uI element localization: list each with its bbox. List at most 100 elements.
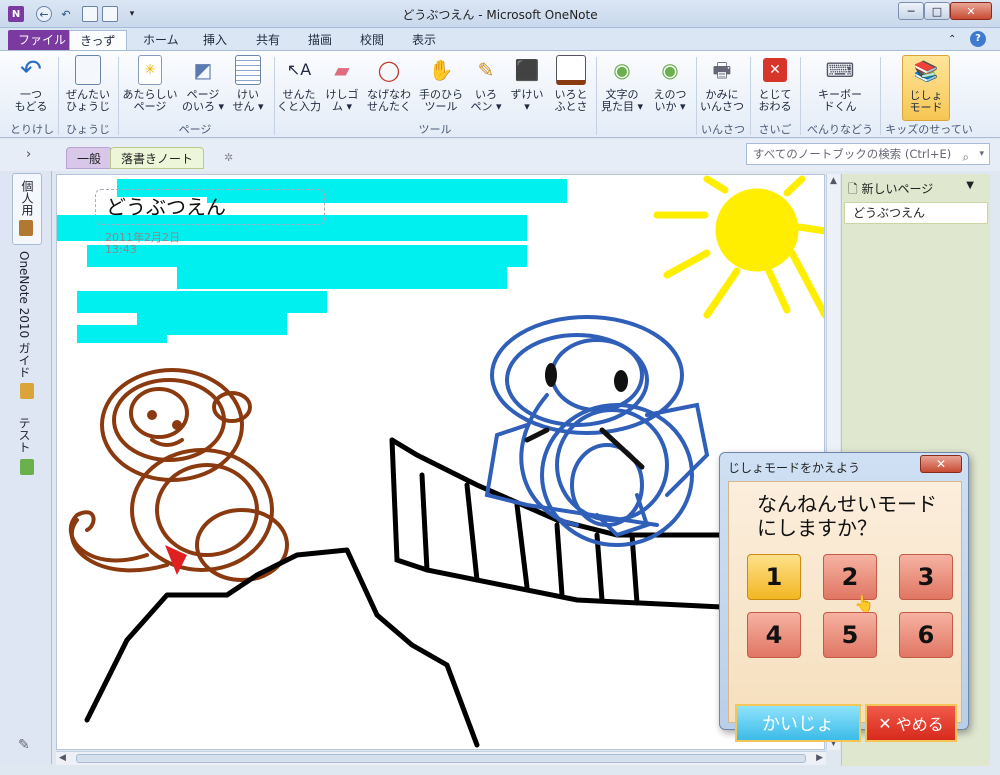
tab-draw[interactable]: 描画 [298, 30, 342, 50]
section-tab-strip: › 一般 落書きノート ✲ すべてのノートブックの検索 (Ctrl+E) ⌕ ▾ [0, 139, 1000, 171]
page-panel-dropdown-icon[interactable]: ▼ [966, 180, 974, 191]
close-button[interactable]: ✕ [950, 2, 992, 20]
hand-cursor-icon: 👆 [854, 594, 874, 613]
help-icon[interactable]: ? [970, 31, 986, 47]
dialog-title: じしょモードをかえよう [728, 461, 861, 475]
grade-5-button[interactable]: 5 [823, 612, 877, 658]
section-tab-rakugaki[interactable]: 落書きノート [110, 147, 205, 169]
grade-3-button[interactable]: 3 [899, 554, 953, 600]
page-list-item[interactable]: どうぶつえん [844, 202, 988, 224]
title-bar: N ← ↶ ▾ どうぶつえん - Microsoft OneNote ─ □ ✕ [0, 0, 1000, 28]
dialog-close-button[interactable]: ✕ [920, 455, 962, 473]
scroll-right-icon[interactable]: ▶ [816, 753, 823, 763]
lasso-icon: ◯ [377, 58, 401, 82]
print-icon: 🖶 [712, 58, 732, 82]
undo-icon: ↶ [20, 55, 42, 85]
release-button[interactable]: かいじょ [735, 704, 861, 742]
group-label-finish: さいご [758, 123, 792, 136]
eraser-button[interactable]: ▰ けしゴ ム ▾ [322, 55, 362, 113]
notebook-navigation: 個人用 OneNote 2010 ガイド テスト ✎ [0, 171, 52, 764]
tab-review[interactable]: 校閲 [350, 30, 394, 50]
color-thickness-icon [556, 55, 586, 85]
full-view-button[interactable]: ぜんたい ひょうじ [60, 55, 116, 113]
tab-share[interactable]: 共有 [246, 30, 290, 50]
dialog-question: なんねんせいモード にしますか？ [757, 492, 937, 540]
search-icon[interactable]: ⌕ [963, 147, 969, 167]
section-tab-ippan[interactable]: 一般 [66, 147, 113, 169]
search-input[interactable]: すべてのノートブックの検索 (Ctrl+E) ⌕ ▾ [746, 143, 990, 165]
scroll-left-icon[interactable]: ◀ [59, 753, 66, 763]
add-picture-button[interactable]: ◉ えのつ いか ▾ [648, 55, 692, 113]
horizontal-scroll-thumb[interactable] [76, 754, 806, 763]
search-scope-chevron-icon[interactable]: ▾ [979, 144, 984, 164]
notebook-icon [19, 220, 33, 236]
cancel-x-icon: ✕ [878, 713, 892, 733]
hand-tool-button[interactable]: ✋ 手のひら ツール [416, 55, 466, 113]
notebook-tab-test[interactable]: テスト [16, 417, 33, 453]
close-app-button[interactable]: ✕ とじて おわる [752, 55, 798, 113]
window-title: どうぶつえん - Microsoft OneNote [402, 8, 598, 22]
page-time: 13:43 [105, 243, 137, 256]
shapes-icon: ⬛ [514, 58, 540, 82]
page-color-icon: ◩ [193, 58, 213, 82]
select-text-button[interactable]: ↖A せんた くと入力 [276, 55, 322, 113]
cancel-button[interactable]: ✕ やめる [865, 704, 957, 742]
grade-1-button[interactable]: 1 [747, 554, 801, 600]
group-label-print: いんさつ [701, 123, 745, 136]
group-label-view: ひょうじ [66, 123, 110, 136]
text-style-button[interactable]: ◉ 文字の 見た目 ▾ [598, 55, 646, 113]
dictionary-mode-button[interactable]: 📚 じしょ モード [902, 55, 950, 121]
tab-view[interactable]: 表示 [402, 30, 446, 50]
tab-insert[interactable]: 挿入 [193, 30, 237, 50]
group-label-kids-settings: キッズのせってい [885, 123, 973, 136]
dictionary-icon: 📚 [913, 59, 939, 83]
dictionary-mode-dialog: じしょモードをかえよう ✕ なんねんせいモード にしますか？ 1 2 3 4 5… [719, 452, 969, 742]
scroll-up-icon[interactable]: ▲ [830, 176, 837, 186]
rule-lines-icon [235, 55, 261, 85]
minimize-button[interactable]: ─ [898, 2, 924, 20]
page-title[interactable]: どうぶつえん [95, 189, 325, 225]
search-placeholder: すべてのノートブックの検索 (Ctrl+E) [753, 147, 952, 161]
unfiled-notes-icon[interactable]: ✎ [18, 737, 30, 753]
lasso-button[interactable]: ◯ なげなわ せんたく [362, 55, 416, 113]
ink-drawing [57, 175, 824, 748]
eraser-icon: ▰ [334, 58, 350, 82]
color-pen-button[interactable]: ✎ いろ ペン ▾ [466, 55, 506, 113]
hand-tool-icon: ✋ [428, 58, 454, 82]
shapes-button[interactable]: ⬛ ずけい ▾ [506, 55, 548, 113]
keyboard-button[interactable]: ⌨ キーボー ドくん [808, 55, 872, 113]
page-color-button[interactable]: ◩ ページ のいろ ▾ [180, 55, 226, 113]
black-mountain [84, 547, 480, 748]
select-text-icon: ↖A [286, 60, 312, 79]
horizontal-scrollbar[interactable]: ◀ ▶ [56, 751, 826, 765]
rule-lines-button[interactable]: けい せん ▾ [226, 55, 270, 113]
grade-6-button[interactable]: 6 [899, 612, 953, 658]
maximize-button[interactable]: □ [924, 2, 950, 20]
color-pen-icon: ✎ [477, 58, 495, 82]
text-style-icon: ◉ [613, 58, 631, 82]
new-page-button[interactable]: ✳ あたらしい ページ [120, 55, 180, 113]
minimize-ribbon-icon[interactable]: ⌃ [948, 30, 956, 50]
page-canvas[interactable]: どうぶつえん 2011年2月2日 13:43 [56, 174, 825, 750]
color-thickness-button[interactable]: いろと ふとさ [548, 55, 594, 113]
notebook-icon-guide [20, 383, 34, 399]
new-section-tab[interactable]: ✲ [214, 147, 243, 169]
notebook-tab-personal[interactable]: 個人用 [12, 173, 42, 245]
new-page-button[interactable]: 🗋 新しいページ [848, 180, 933, 201]
tab-home[interactable]: ホーム [133, 30, 189, 50]
undo-button[interactable]: ↶ 一つ もどる [8, 55, 54, 113]
group-label-undo: とりけし [10, 123, 54, 136]
group-label-tools: ツール [418, 123, 452, 136]
tab-file[interactable]: ファイル [8, 30, 77, 50]
close-app-icon: ✕ [763, 58, 787, 82]
add-picture-icon: ◉ [661, 58, 679, 82]
grade-4-button[interactable]: 4 [747, 612, 801, 658]
group-label-page: ページ [178, 123, 212, 136]
full-view-icon [75, 55, 101, 85]
yellow-sun [653, 175, 824, 319]
expand-navigation-icon[interactable]: › [26, 147, 31, 162]
tab-kizzu[interactable]: きっず [69, 30, 127, 51]
notebook-tab-guide[interactable]: OneNote 2010 ガイド [16, 251, 33, 378]
print-button[interactable]: 🖶 かみに いんさつ [698, 55, 746, 113]
notebook-icon-test [20, 459, 34, 475]
